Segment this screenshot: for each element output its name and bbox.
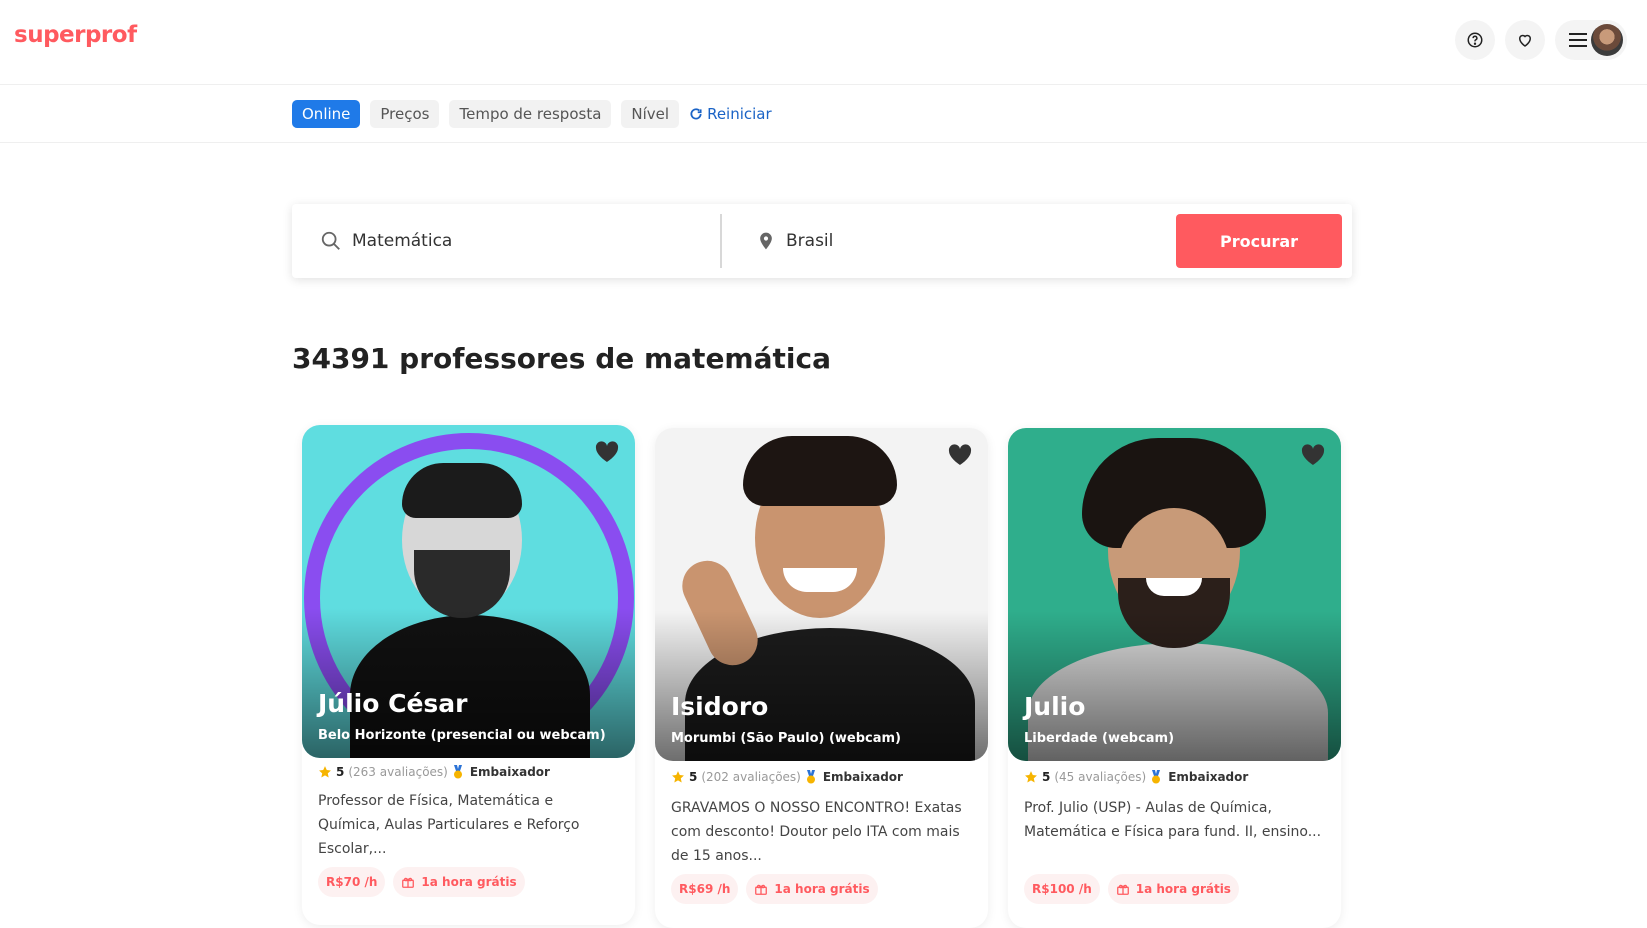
teacher-card[interactable]: Julio Liberdade (webcam) 5 (45 avaliaçõe…	[1008, 428, 1341, 928]
heart-icon[interactable]	[1301, 444, 1325, 466]
teacher-card[interactable]: Júlio César Belo Horizonte (presencial o…	[302, 425, 635, 925]
medal-icon	[806, 770, 815, 784]
gift-icon	[1116, 884, 1129, 895]
review-count: (202 avaliações)	[701, 770, 801, 784]
subject-input[interactable]: Matemática	[352, 231, 452, 251]
filter-tempo-de-resposta[interactable]: Tempo de resposta	[449, 100, 612, 128]
superprof-logo[interactable]: superprof	[14, 22, 137, 48]
top-actions	[1455, 20, 1627, 60]
free-hour-tag: 1a hora grátis	[746, 874, 878, 904]
ambassador-badge: Embaixador	[822, 770, 903, 784]
account-menu-button[interactable]	[1555, 20, 1627, 60]
teacher-name: Julio	[1024, 692, 1086, 721]
rating-row: 5 (202 avaliações) Embaixador	[671, 770, 903, 784]
heart-icon[interactable]	[948, 444, 972, 466]
search-button[interactable]: Procurar	[1176, 214, 1342, 268]
free-hour-label: 1a hora grátis	[421, 875, 517, 889]
rating-row: 5 (263 avaliações) Embaixador	[318, 765, 550, 779]
location-input[interactable]: Brasil	[786, 231, 833, 251]
hamburger-icon	[1569, 33, 1587, 47]
refresh-icon	[690, 108, 702, 120]
top-navigation: superprof	[0, 0, 1647, 85]
results-heading: 34391 professores de matemática	[292, 342, 831, 375]
help-circle-icon	[1467, 32, 1483, 48]
review-count: (263 avaliações)	[348, 765, 448, 779]
teacher-photo: Julio Liberdade (webcam)	[1008, 428, 1341, 761]
teacher-location: Liberdade (webcam)	[1024, 731, 1175, 746]
price-tag: R$100 /h	[1024, 874, 1100, 904]
reset-label: Reiniciar	[707, 105, 772, 123]
teacher-card[interactable]: Isidoro Morumbi (São Paulo) (webcam) 5 (…	[655, 428, 988, 928]
card-tags: R$70 /h 1a hora grátis	[318, 867, 525, 897]
gift-icon	[402, 877, 415, 888]
teacher-location: Belo Horizonte (presencial ou webcam)	[318, 728, 606, 743]
card-tags: R$69 /h 1a hora grátis	[671, 874, 878, 904]
teacher-description: Prof. Julio (USP) - Aulas de Química, Ma…	[1024, 800, 1322, 840]
heart-icon[interactable]	[595, 441, 619, 463]
free-hour-tag: 1a hora grátis	[1107, 874, 1239, 904]
rating-value: 5	[689, 770, 698, 784]
filter-bar: Online Preços Tempo de resposta Nível Re…	[0, 85, 1647, 143]
free-hour-label: 1a hora grátis	[1135, 882, 1231, 896]
search-divider	[720, 214, 722, 268]
free-hour-label: 1a hora grátis	[774, 882, 870, 896]
search-bar: Matemática Brasil Procurar	[292, 204, 1352, 278]
help-button[interactable]	[1455, 20, 1495, 60]
location-pin-icon	[760, 232, 772, 250]
teacher-photo: Isidoro Morumbi (São Paulo) (webcam)	[655, 428, 988, 761]
rating-value: 5	[336, 765, 345, 779]
search-icon	[321, 231, 340, 250]
medal-icon	[453, 765, 462, 779]
teacher-location: Morumbi (São Paulo) (webcam)	[671, 731, 902, 746]
filter-online[interactable]: Online	[292, 100, 361, 128]
ambassador-badge: Embaixador	[469, 765, 550, 779]
subject-field[interactable]: Matemática	[320, 204, 452, 278]
favorites-button[interactable]	[1505, 20, 1545, 60]
user-avatar	[1591, 24, 1623, 56]
filter-precos[interactable]: Preços	[370, 100, 440, 128]
gift-icon	[755, 884, 768, 895]
ambassador-badge: Embaixador	[1168, 770, 1249, 784]
teacher-description: Professor de Física, Matemática e Químic…	[318, 793, 580, 857]
teacher-name: Júlio César	[318, 689, 468, 718]
rating-row: 5 (45 avaliações) Embaixador	[1024, 770, 1248, 784]
heart-outline-icon	[1518, 34, 1532, 47]
star-icon	[1025, 771, 1037, 783]
reset-filters-link[interactable]: Reiniciar	[689, 105, 772, 123]
filter-nivel[interactable]: Nível	[621, 100, 680, 128]
review-count: (45 avaliações)	[1054, 770, 1147, 784]
star-icon	[672, 771, 684, 783]
teacher-name: Isidoro	[671, 692, 769, 721]
price-tag: R$69 /h	[671, 874, 739, 904]
teacher-photo: Júlio César Belo Horizonte (presencial o…	[302, 425, 635, 758]
teacher-description: GRAVAMOS O NOSSO ENCONTRO! Exatas com de…	[671, 800, 962, 864]
card-tags: R$100 /h 1a hora grátis	[1024, 874, 1239, 904]
rating-value: 5	[1042, 770, 1051, 784]
location-field[interactable]: Brasil	[756, 204, 833, 278]
star-icon	[319, 766, 331, 778]
free-hour-tag: 1a hora grátis	[393, 867, 525, 897]
medal-icon	[1152, 770, 1161, 784]
price-tag: R$70 /h	[318, 867, 386, 897]
